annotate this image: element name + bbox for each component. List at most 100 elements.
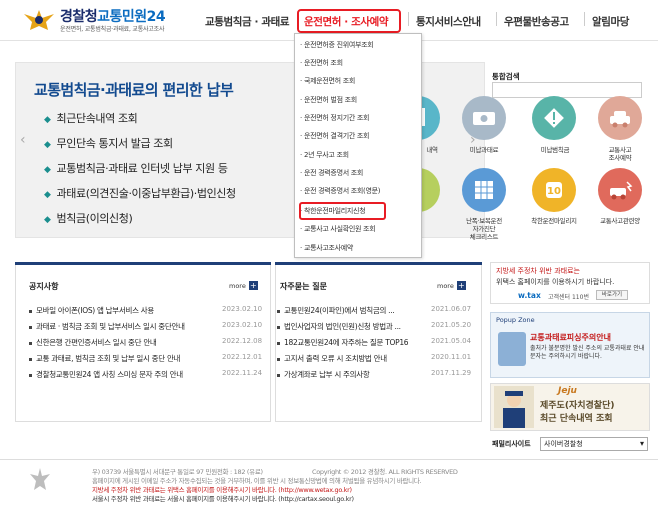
- footer-seoul-notice[interactable]: 서울시 주정차 위반 과태료는 서울시 홈페이지를 이용해주시기 바랍니다. (…: [92, 493, 354, 503]
- dropdown-item-license-lookup[interactable]: 운전면허 조회: [300, 58, 343, 68]
- bullet-icon: [29, 357, 32, 361]
- hero-link-label: 무인단속 통지서 발급 조회: [56, 137, 174, 150]
- faq-row[interactable]: 고지서 출력 오류 시 조치방법 안내: [277, 353, 425, 364]
- icon-label: 미납범칙금: [540, 146, 570, 154]
- notice-row-text: 과태료 · 범칙금 조회 및 납부서비스 일시 중단안내: [36, 322, 185, 331]
- wetax-go-button[interactable]: 바로가기: [596, 290, 628, 300]
- money-icon[interactable]: [462, 96, 506, 140]
- diamond-bullet-icon: ◆: [44, 115, 51, 125]
- icon-label: 교통사고 조사예약: [608, 146, 632, 162]
- faq-row-text: 교통민원24(이파인)에서 범칙금의 ...: [284, 306, 395, 315]
- family-site-label: 패밀리사이트: [492, 440, 531, 448]
- police-emblem-footer-icon: [28, 466, 52, 492]
- wetax-banner-line2: 위택스 홈페이지를 이용하시기 바랍니다.: [496, 278, 615, 286]
- notice-more-button[interactable]: more +: [229, 281, 258, 290]
- hero-link-recent-enforcement[interactable]: ◆ 최근단속내역 조회: [44, 110, 138, 126]
- more-label: more: [229, 282, 246, 290]
- faq-row-date: 2017.11.29: [431, 369, 472, 377]
- logo-title-accent: 교통민원24: [97, 9, 166, 25]
- bullet-icon: [277, 357, 280, 361]
- diamond-bullet-icon: ◆: [44, 190, 51, 200]
- hero-title: 교통범칙금·과태료의 편리한 납부: [34, 81, 234, 99]
- chevron-left-icon[interactable]: ‹: [20, 132, 26, 148]
- wetax-logo: w.tax: [518, 291, 541, 300]
- site-logo-title[interactable]: 경찰청교통민원24: [60, 6, 166, 26]
- dropdown-item-intl-license[interactable]: 국제운전면허 조회: [300, 76, 355, 86]
- dropdown-item-penalty-points[interactable]: 운전면허 벌점 조회: [300, 95, 357, 105]
- svg-text:10: 10: [547, 186, 561, 197]
- mileage-icon[interactable]: 10: [532, 168, 576, 212]
- nav-separator: [496, 12, 497, 26]
- hero-link-label: 범칙금(이의신청): [56, 212, 133, 225]
- notice-row[interactable]: 교통 과태료, 범칙금 조회 및 납부 일시 중단 안내: [29, 353, 219, 364]
- faq-row[interactable]: 법인사업자의 법인(민원)신청 방법과 ...: [277, 321, 425, 332]
- warning-icon[interactable]: [532, 96, 576, 140]
- faq-row[interactable]: 가상계좌로 납부 시 주의사항: [277, 369, 425, 380]
- dropdown-item-no-accident[interactable]: 2년 무사고 조회: [300, 150, 349, 160]
- diamond-bullet-icon: ◆: [44, 140, 51, 150]
- police-officer-icon: [494, 386, 534, 428]
- faq-more-button[interactable]: more +: [437, 281, 466, 290]
- dropdown-item-accident-reservation[interactable]: 교통사고조사예약: [300, 243, 353, 253]
- checklist-icon[interactable]: [462, 168, 506, 212]
- hero-link-notice-issue[interactable]: ◆ 무인단속 통지서 발급 조회: [44, 135, 173, 151]
- faq-row-text: 가상계좌로 납부 시 주의사항: [284, 370, 370, 379]
- faq-row-date: 2020.11.01: [431, 353, 472, 361]
- wetax-phone: 고객센터 110번: [548, 294, 589, 301]
- popup-headline[interactable]: 교통과태료피싱주의안내: [530, 332, 611, 343]
- more-label: more: [437, 282, 454, 290]
- icon-label: 착한운전마일리지: [531, 217, 577, 225]
- nav-mail-return[interactable]: 우편물반송공고: [504, 14, 569, 29]
- dropdown-item-license-verify[interactable]: 운전면허증 진위여부조회: [300, 40, 374, 50]
- faq-row-date: 2021.06.07: [431, 305, 472, 313]
- bullet-icon: [277, 309, 280, 313]
- faq-row-date: 2021.05.04: [431, 337, 472, 345]
- logo-title-part: 경찰청: [60, 9, 98, 25]
- dropdown-item-suspension-period[interactable]: 운전면허 정지기간 조회: [300, 113, 370, 123]
- notice-row-date: 2022.12.01: [222, 353, 263, 361]
- dropdown-item-accident-cert[interactable]: 교통사고 사실확인원 조회: [300, 224, 376, 234]
- diamond-bullet-icon: ◆: [44, 165, 51, 175]
- notice-row[interactable]: 모바일 아이폰(IOS) 앱 납부서비스 사용: [29, 305, 219, 316]
- faq-row[interactable]: 교통민원24(이파인)에서 범칙금의 ...: [277, 305, 425, 316]
- accident-icon[interactable]: [598, 168, 642, 212]
- bullet-icon: [29, 373, 32, 377]
- faq-panel-topbar: [275, 262, 482, 265]
- notice-row-date: 2022.11.24: [222, 369, 263, 377]
- hero-link-penalty-objection[interactable]: ◆ 범칙금(이의신청): [44, 210, 133, 226]
- faq-title: 자주묻는 질문: [280, 282, 327, 291]
- faq-row-date: 2021.05.20: [431, 321, 472, 329]
- bullet-icon: [277, 373, 280, 377]
- nav-traffic-fine[interactable]: 교통범칙금 · 과태료: [205, 14, 290, 29]
- car-crash-icon[interactable]: [598, 96, 642, 140]
- jeju-logo: Jeju: [558, 386, 577, 396]
- faq-row-text: 고지서 출력 오류 시 조치방법 안내: [284, 354, 387, 363]
- faq-row[interactable]: 182교통민원24에 자주하는 질문 TOP16: [277, 337, 425, 348]
- logo-subtitle: 운전면허, 교통범칙금·과태료, 교통사고조사: [60, 26, 165, 33]
- dropdown-highlight-box: [299, 202, 386, 220]
- nav-notice-board[interactable]: 알림마당: [592, 14, 629, 29]
- hero-link-online-payment[interactable]: ◆ 교통범칙금·과태료 인터넷 납부 지원 등: [44, 160, 228, 176]
- notice-row-text: 경찰청교통민원24 앱 사칭 스미싱 문자 주의 안내: [36, 370, 183, 379]
- footer-divider: [0, 459, 658, 460]
- bullet-icon: [29, 309, 32, 313]
- hero-link-fine-objection[interactable]: ◆ 과태료(의견진술·이중납부환급)·법인신청: [44, 185, 236, 201]
- bullet-icon: [29, 325, 32, 329]
- notice-title: 공지사항: [29, 282, 59, 291]
- dropdown-item-disqualification[interactable]: 운전면허 결격기간 조회: [300, 131, 370, 141]
- bullet-icon: [277, 341, 280, 345]
- notice-row[interactable]: 경찰청교통민원24 앱 사칭 스미싱 문자 주의 안내: [29, 369, 219, 380]
- dropdown-item-career-cert[interactable]: 운전 경력증명서 조회: [300, 168, 363, 178]
- notice-row[interactable]: 과태료 · 범칙금 조회 및 납부서비스 일시 중단안내: [29, 321, 219, 332]
- bullet-icon: [277, 325, 280, 329]
- bullet-icon: [29, 341, 32, 345]
- dropdown-item-career-cert-en[interactable]: 운전 경력증명서 조회(영문): [300, 186, 381, 196]
- police-emblem-icon[interactable]: [22, 8, 56, 32]
- family-site-selected: 사이버경찰청: [544, 440, 583, 448]
- notice-row[interactable]: 신한은행 간편인증서비스 일시 중단 안내: [29, 337, 219, 348]
- hero-link-label: 최근단속내역 조회: [56, 112, 138, 125]
- family-site-select[interactable]: 사이버경찰청: [540, 437, 648, 451]
- nav-notification-service[interactable]: 통지서비스안내: [416, 14, 481, 29]
- nav-separator: [408, 12, 409, 26]
- icon-label: 난폭·보복운전 자가진단 체크리스트: [466, 217, 502, 241]
